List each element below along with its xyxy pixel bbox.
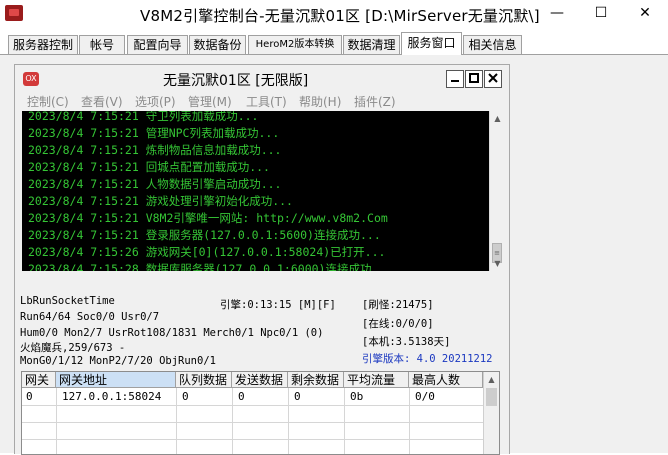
mongen-stats: MonG0/1/12 MonP2/7/20 ObjRun0/1 xyxy=(20,355,216,367)
window-titlebar: V8M2引擎控制台-无量沉默01区 [D:\MirServer无量沉默\] — … xyxy=(0,0,668,30)
tab-herom2-convert[interactable]: HeroM2版本转换 xyxy=(248,35,342,54)
tab-config-wizard[interactable]: 配置向导 xyxy=(127,35,188,54)
menu-control[interactable]: 控制(C) xyxy=(27,93,69,110)
column-header-queue-data[interactable]: 队列数据 xyxy=(176,372,232,388)
gateway-table[interactable]: 网关 网关地址 队列数据 发送数据 剩余数据 平均流量 最高人数 0 127.0… xyxy=(21,371,500,455)
app-icon xyxy=(5,5,23,21)
grid-divider xyxy=(22,439,484,440)
column-header-max-users[interactable]: 最高人数 xyxy=(409,372,483,388)
cell-max-users: 0/0 xyxy=(415,390,435,403)
menu-plugins[interactable]: 插件(Z) xyxy=(354,93,396,110)
grid-divider xyxy=(344,388,345,454)
tab-data-backup[interactable]: 数据备份 xyxy=(189,35,246,54)
tab-service-window[interactable]: 服务窗口 xyxy=(401,32,462,55)
monster-info: 火焰魔兵,259/673 - xyxy=(20,342,126,354)
tab-data-cleanup[interactable]: 数据清理 xyxy=(343,35,400,54)
engine-runtime: 引擎:0:13:15 [M][F] xyxy=(220,299,336,311)
close-icon xyxy=(488,73,498,83)
tab-related-info[interactable]: 相关信息 xyxy=(463,35,522,54)
table-scrollbar[interactable]: ▲ xyxy=(483,372,499,454)
column-header-gateway[interactable]: 网关 xyxy=(22,372,56,388)
socket-time-label: LbRunSocketTime xyxy=(20,295,115,307)
inner-maximize-button[interactable] xyxy=(465,70,483,88)
cell-gateway-index: 0 xyxy=(26,390,33,403)
menu-view[interactable]: 查看(V) xyxy=(81,93,123,110)
cell-gateway-address: 127.0.0.1:58024 xyxy=(62,390,162,403)
log-line: 2023/8/4 7:15:21 人物数据引擎启动成功... xyxy=(28,177,282,191)
inner-titlebar: OX 无量沉默01区 [无限版] xyxy=(15,65,509,93)
log-line: 2023/8/4 7:15:28 数据库服务器(127.0.0.1:6000)连… xyxy=(28,262,393,271)
log-line: 2023/8/4 7:15:21 回城点配置加载成功... xyxy=(28,160,270,174)
close-button[interactable]: ✕ xyxy=(623,0,667,26)
grid-divider xyxy=(22,422,484,423)
log-line: 2023/8/4 7:15:21 游戏处理引擎初始化成功... xyxy=(28,194,293,208)
scroll-up-icon[interactable]: ▲ xyxy=(490,111,505,126)
local-uptime: [本机:3.5138天] xyxy=(362,336,451,348)
monster-refresh-count: [刷怪:21475] xyxy=(362,299,434,311)
table-scroll-thumb[interactable] xyxy=(486,388,497,406)
inner-window-title: 无量沉默01区 [无限版] xyxy=(163,73,309,89)
grid-divider xyxy=(56,388,57,454)
log-line: 2023/8/4 7:15:21 登录服务器(127.0.0.1:5600)连接… xyxy=(28,228,381,242)
inner-minimize-button[interactable] xyxy=(446,70,464,88)
minimize-button[interactable]: — xyxy=(535,0,579,26)
engine-version: 引擎版本: 4.0 20211212 xyxy=(362,353,493,365)
inner-close-button[interactable] xyxy=(484,70,502,88)
online-count: [在线:0/0/0] xyxy=(362,318,434,330)
cell-remaining-data: 0 xyxy=(294,390,301,403)
run-stats: Run64/64 Soc0/0 Usr0/7 xyxy=(20,311,160,323)
log-console[interactable]: 2023/8/4 7:15:21 守卫列表加载成功... 2023/8/4 7:… xyxy=(22,111,489,271)
scroll-down-icon[interactable]: ▼ xyxy=(490,256,505,271)
log-line: 2023/8/4 7:15:21 V8M2引擎唯一网站: http://www.… xyxy=(28,211,388,225)
grid-divider xyxy=(22,405,484,406)
service-window-panel: OX 无量沉默01区 [无限版] 控制(C) 查看(V) 选项(P) 管理(M)… xyxy=(0,55,668,455)
menu-manage[interactable]: 管理(M) xyxy=(188,93,232,110)
log-line: 2023/8/4 7:15:21 管理NPC列表加载成功... xyxy=(28,126,280,140)
column-header-remaining-data[interactable]: 剩余数据 xyxy=(288,372,344,388)
cell-send-data: 0 xyxy=(238,390,245,403)
window-title: V8M2引擎控制台-无量沉默01区 [D:\MirServer无量沉默\] xyxy=(140,7,540,25)
maximize-button[interactable]: ☐ xyxy=(579,0,623,26)
maximize-icon xyxy=(469,73,479,83)
grid-divider xyxy=(232,388,233,454)
main-tabs: 服务器控制 帐号 配置向导 数据备份 HeroM2版本转换 数据清理 服务窗口 … xyxy=(0,32,668,55)
column-header-send-data[interactable]: 发送数据 xyxy=(232,372,288,388)
column-header-avg-traffic[interactable]: 平均流量 xyxy=(344,372,409,388)
log-line: 2023/8/4 7:15:21 守卫列表加载成功... xyxy=(28,111,259,123)
grid-divider xyxy=(409,388,410,454)
menu-tools[interactable]: 工具(T) xyxy=(246,93,287,110)
cell-avg-traffic: 0b xyxy=(350,390,364,403)
server-app-icon: OX xyxy=(23,72,39,86)
table-scroll-up-icon[interactable]: ▲ xyxy=(484,372,499,387)
grid-divider xyxy=(288,388,289,454)
hum-stats: Hum0/0 Mon2/7 UsrRot108/1831 Merch0/1 Np… xyxy=(20,327,324,339)
menu-help[interactable]: 帮助(H) xyxy=(299,93,341,110)
console-scrollbar[interactable]: ▲ ≡ ▼ xyxy=(489,111,505,271)
menu-options[interactable]: 选项(P) xyxy=(135,93,176,110)
grid-divider xyxy=(176,388,177,454)
column-header-gateway-address[interactable]: 网关地址 xyxy=(56,372,176,388)
tab-server-control[interactable]: 服务器控制 xyxy=(8,35,78,54)
tab-account[interactable]: 帐号 xyxy=(79,35,125,54)
minimize-icon xyxy=(451,80,459,82)
cell-queue-data: 0 xyxy=(182,390,189,403)
log-line: 2023/8/4 7:15:21 炼制物品信息加载成功... xyxy=(28,143,282,157)
log-line: 2023/8/4 7:15:26 游戏网关[0](127.0.0.1:58024… xyxy=(28,245,386,259)
